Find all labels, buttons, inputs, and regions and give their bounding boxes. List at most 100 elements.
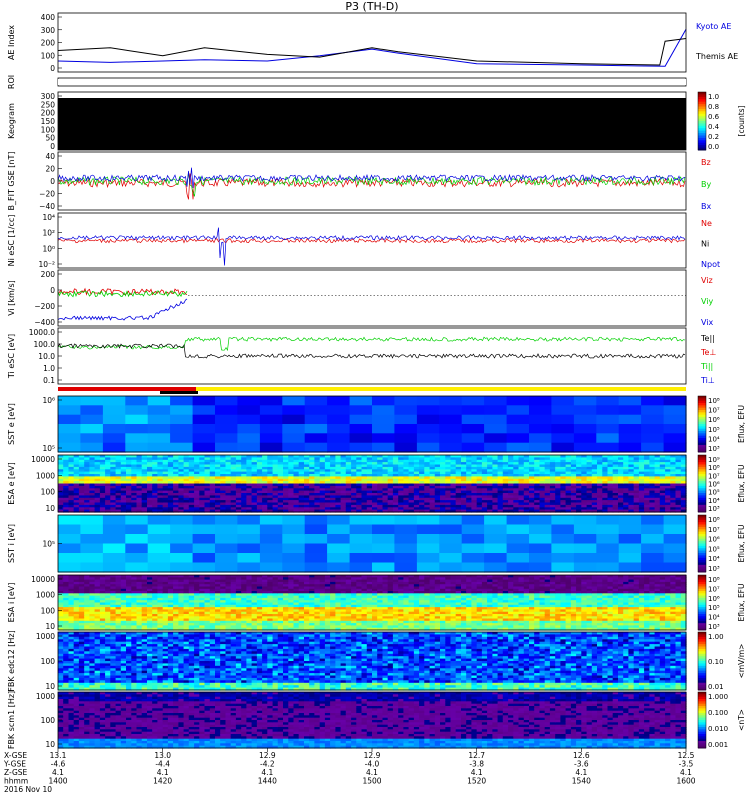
- sst_e-cell: [394, 433, 417, 443]
- bfield-legend-item: By: [701, 180, 711, 189]
- sst_i-cell: [125, 515, 148, 525]
- sst_i-cell: [215, 553, 238, 563]
- sst_e-cell: [417, 433, 440, 443]
- sst_i-colorbar-tick: 10⁴: [708, 555, 720, 563]
- sst_i-cell: [350, 534, 373, 544]
- sst_e-cell: [417, 415, 440, 425]
- sst_e-cell: [148, 405, 171, 415]
- bfield-ytick: −20: [39, 190, 55, 199]
- sst_i-cell: [394, 553, 417, 563]
- velocity-ytick: −400: [34, 318, 55, 327]
- sst_i-cell: [282, 534, 305, 544]
- sst_e-cell: [170, 424, 193, 434]
- sst_i-cell: [327, 553, 350, 563]
- sst_e-cell: [282, 433, 305, 443]
- esa_e-ytick: 100: [41, 488, 56, 497]
- sst_i-cell: [260, 534, 283, 544]
- sst_e-cell: [103, 405, 126, 415]
- sst_i-cell: [551, 563, 574, 573]
- sst_e-cell: [350, 415, 373, 425]
- sst_e-cell: [529, 433, 552, 443]
- sst_e-cell: [439, 424, 462, 434]
- sst_i-cell: [103, 515, 126, 525]
- sst_e-cell: [529, 405, 552, 415]
- sst_e-cell: [574, 424, 597, 434]
- sst_i-cell: [619, 515, 642, 525]
- esa_e-colorbar-tick: 10⁶: [708, 481, 720, 489]
- sst_i-cell: [305, 534, 328, 544]
- sst_e-cell: [282, 443, 305, 453]
- sst_i-cell: [417, 515, 440, 525]
- sst_e-cell: [260, 396, 283, 406]
- sst_i-cell: [148, 553, 171, 563]
- ae-ytick: 200: [41, 39, 56, 48]
- sst_e-cell: [125, 396, 148, 406]
- ae-legend-item: Kyoto AE: [696, 22, 731, 31]
- sst_i-cell: [484, 563, 507, 573]
- sst_e-cell: [327, 424, 350, 434]
- sst_i-cell: [507, 553, 530, 563]
- sst_i-cell: [148, 534, 171, 544]
- sst_i-cell: [58, 563, 81, 573]
- keogram-colorbar-tick: 1.0: [708, 93, 719, 101]
- sst_i-cell: [215, 515, 238, 525]
- sst_i-cell: [551, 515, 574, 525]
- sst_i-cell: [641, 515, 664, 525]
- sst_e-cell: [551, 443, 574, 453]
- esa_e-colorbar-label: Eflux, EFU: [737, 465, 746, 503]
- sst_i-cell: [619, 553, 642, 563]
- temperature-ylabel: Ti eSC [eV]: [7, 334, 16, 379]
- sst_e-cell: [148, 443, 171, 453]
- sst_i-cell: [58, 515, 81, 525]
- esa_e-ytick: 10000: [31, 455, 55, 464]
- sst_i-cell: [596, 515, 619, 525]
- sst_i-cell: [574, 515, 597, 525]
- sst_e-cell: [282, 424, 305, 434]
- sst_e-cell: [58, 443, 81, 453]
- mode-bar-slow: [196, 387, 686, 391]
- sst_e-cell: [80, 405, 103, 415]
- sst_e-colorbar-tick: 10⁸: [708, 397, 720, 405]
- sst_e-cell: [372, 424, 395, 434]
- sst_e-colorbar-label: Eflux, EFU: [737, 405, 746, 443]
- temperature-legend-item: Ti||: [700, 362, 713, 371]
- sst_i-cell: [170, 525, 193, 535]
- sst_i-cell: [305, 563, 328, 573]
- keogram-colorbar-tick: 0.2: [708, 133, 719, 141]
- sst_i-cell: [260, 515, 283, 525]
- sst_i-cell: [350, 515, 373, 525]
- sst_e-cell: [372, 396, 395, 406]
- temperature-ytick: 1.0: [43, 364, 55, 373]
- sst_i-cell: [237, 515, 260, 525]
- sst_e-cell: [439, 396, 462, 406]
- sst_e-cell: [619, 396, 642, 406]
- roi-bar: [58, 79, 686, 85]
- sst_e-cell: [125, 405, 148, 415]
- velocity-ytick: −200: [34, 302, 55, 311]
- sst_e-cell: [170, 405, 193, 415]
- sst_i-cell: [439, 534, 462, 544]
- sst_e-colorbar-tick: 10⁵: [708, 426, 720, 434]
- sst_i-cell: [484, 515, 507, 525]
- temperature-frame: [58, 328, 686, 384]
- sst_i-cell: [596, 553, 619, 563]
- keogram-colorbar-tick: 0.8: [708, 103, 719, 111]
- sst_e-cell: [58, 396, 81, 406]
- sst_i-cell: [327, 544, 350, 554]
- sst_i-cell: [439, 544, 462, 554]
- sst_i-cell: [170, 515, 193, 525]
- sst_e-cell: [439, 405, 462, 415]
- plot-title: P3 (TH-D): [345, 0, 398, 13]
- sst_i-cell: [103, 534, 126, 544]
- mode-bar-burst: [160, 391, 198, 394]
- density-series-line: [58, 239, 685, 243]
- sst_i-cell: [574, 544, 597, 554]
- ae-ytick: 0: [50, 64, 55, 73]
- summary-plot: P3 (TH-D) AE Index4003002001000Kyoto AET…: [0, 0, 750, 800]
- sst_e-cell: [103, 433, 126, 443]
- sst_e-cell: [372, 405, 395, 415]
- sst_i-cell: [574, 534, 597, 544]
- sst_i-cell: [350, 563, 373, 573]
- sst_i-cell: [462, 525, 485, 535]
- temperature-legend-item: Te||: [700, 334, 715, 343]
